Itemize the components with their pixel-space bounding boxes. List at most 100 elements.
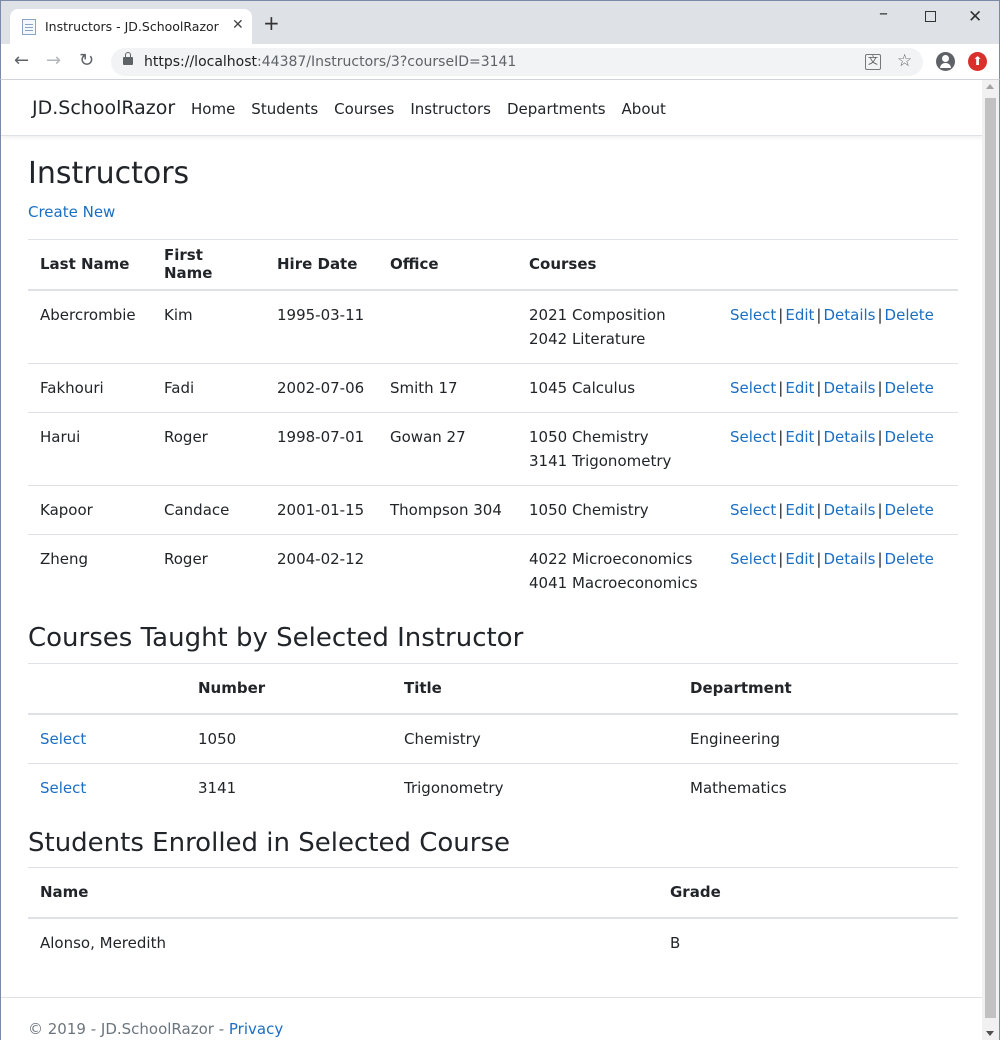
scroll-down-icon[interactable] xyxy=(986,1031,994,1036)
select-link[interactable]: Select xyxy=(40,730,86,748)
cell-last-name: Kapoor xyxy=(28,484,152,534)
cell-hire-date: 1995-03-11 xyxy=(265,289,378,363)
cell-courses: 1045 Calculus xyxy=(517,362,718,412)
cell-number: 1050 xyxy=(186,713,392,763)
course-entry: 3141 Trigonometry xyxy=(529,451,672,470)
course-entry: 2042 Literature xyxy=(529,329,646,348)
edit-link[interactable]: Edit xyxy=(785,306,814,324)
instructors-table: Last Name First Name Hire Date Office Co… xyxy=(28,239,958,607)
nav-departments[interactable]: Departments xyxy=(507,100,606,118)
scrollbar-thumb[interactable] xyxy=(985,98,996,1018)
separator: | xyxy=(816,427,822,446)
cell-select: Select xyxy=(28,762,186,812)
cell-office: Thompson 304 xyxy=(378,484,517,534)
select-link[interactable]: Select xyxy=(40,779,86,797)
select-link[interactable]: Select xyxy=(730,428,776,446)
column-header: Last Name xyxy=(28,239,152,291)
translate-icon[interactable]: 文 xyxy=(865,54,881,70)
select-link[interactable]: Select xyxy=(730,501,776,519)
brand-link[interactable]: JD.SchoolRazor xyxy=(32,97,175,119)
bookmark-star-icon[interactable]: ☆ xyxy=(897,51,912,71)
page-footer: © 2019 - JD.SchoolRazor - Privacy xyxy=(1,997,984,1040)
separator: | xyxy=(778,500,784,519)
cell-hire-date: 2001-01-15 xyxy=(265,484,378,534)
details-link[interactable]: Details xyxy=(823,306,875,324)
cell-department: Engineering xyxy=(678,713,958,763)
separator: | xyxy=(816,378,822,397)
lock-icon xyxy=(123,52,133,65)
nav-courses[interactable]: Courses xyxy=(334,100,394,118)
courses-table: Number Title Department Select 1050 Chemis… xyxy=(28,663,958,812)
table-row: Zheng Roger 2004-02-12 4022 Microeconomics 4… xyxy=(28,533,958,607)
scroll-up-icon[interactable] xyxy=(986,84,994,89)
back-arrow-icon[interactable]: ← xyxy=(14,50,29,71)
table-row: Harui Roger 1998-07-01 Gowan 27 1050 Chemist… xyxy=(28,411,958,485)
cell-courses: 1050 Chemistry xyxy=(517,484,718,534)
vertical-scrollbar[interactable] xyxy=(982,80,999,1040)
course-entry: 4022 Microeconomics xyxy=(529,549,693,568)
delete-link[interactable]: Delete xyxy=(885,379,934,397)
nav-instructors[interactable]: Instructors xyxy=(410,100,491,118)
nav-home[interactable]: Home xyxy=(191,100,235,118)
cell-first-name: Fadi xyxy=(152,362,265,412)
cell-title: Trigonometry xyxy=(392,762,678,812)
nav-students[interactable]: Students xyxy=(251,100,318,118)
column-header: Courses xyxy=(517,239,718,291)
delete-link[interactable]: Delete xyxy=(885,501,934,519)
site-navbar: JD.SchoolRazor Home Students Courses Ins… xyxy=(1,80,984,136)
cell-student-name: Alonso, Meredith xyxy=(28,917,658,967)
delete-link[interactable]: Delete xyxy=(885,306,934,324)
edit-link[interactable]: Edit xyxy=(785,550,814,568)
edit-link[interactable]: Edit xyxy=(785,501,814,519)
page-viewport: JD.SchoolRazor Home Students Courses Ins… xyxy=(0,80,1000,1040)
column-header: First Name xyxy=(152,239,265,291)
delete-link[interactable]: Delete xyxy=(885,550,934,568)
new-tab-icon[interactable]: + xyxy=(263,13,280,33)
edit-link[interactable]: Edit xyxy=(785,428,814,446)
cell-first-name: Roger xyxy=(152,533,265,607)
minimize-icon[interactable]: – xyxy=(879,3,888,24)
table-row: Kapoor Candace 2001-01-15 Thompson 304 1050 … xyxy=(28,484,958,534)
close-icon[interactable]: ✕ xyxy=(232,17,244,33)
details-link[interactable]: Details xyxy=(823,428,875,446)
account-icon[interactable] xyxy=(936,52,955,71)
cell-last-name: Abercrombie xyxy=(28,289,152,363)
column-header: Grade xyxy=(658,867,958,919)
delete-link[interactable]: Delete xyxy=(885,428,934,446)
details-link[interactable]: Details xyxy=(823,379,875,397)
table-header-row: Name Grade xyxy=(28,867,958,919)
extension-icon[interactable]: ⬆ xyxy=(968,52,987,71)
browser-tab[interactable]: Instructors - JD.SchoolRazor ✕ xyxy=(10,9,252,45)
table-row: Select 3141 Trigonometry Mathematics xyxy=(28,762,958,812)
address-bar[interactable]: https://localhost:44387/Instructors/3?co… xyxy=(111,48,923,76)
privacy-link[interactable]: Privacy xyxy=(229,1020,283,1038)
create-new-link[interactable]: Create New xyxy=(28,203,115,221)
separator: | xyxy=(778,549,784,568)
cell-courses: 2021 Composition 2042 Literature xyxy=(517,289,718,363)
forward-arrow-icon[interactable]: → xyxy=(46,50,61,71)
cell-actions: Select | Edit | Details | Delete xyxy=(718,362,958,412)
tab-title: Instructors - JD.SchoolRazor xyxy=(45,19,219,34)
nav-about[interactable]: About xyxy=(622,100,666,118)
separator: | xyxy=(778,427,784,446)
details-link[interactable]: Details xyxy=(823,501,875,519)
url-text[interactable]: https://localhost:44387/Instructors/3?co… xyxy=(144,54,516,70)
course-entry: 4041 Macroeconomics xyxy=(529,573,698,592)
select-link[interactable]: Select xyxy=(730,379,776,397)
students-section-title: Students Enrolled in Selected Course xyxy=(28,828,511,858)
details-link[interactable]: Details xyxy=(823,550,875,568)
separator: | xyxy=(877,427,883,446)
table-row: Alonso, Meredith B xyxy=(28,917,958,967)
maximize-icon[interactable] xyxy=(925,11,936,22)
select-link[interactable]: Select xyxy=(730,306,776,324)
cell-office: Gowan 27 xyxy=(378,411,517,485)
window-close-icon[interactable]: ✕ xyxy=(968,7,982,27)
cell-actions: Select | Edit | Details | Delete xyxy=(718,533,958,607)
select-link[interactable]: Select xyxy=(730,550,776,568)
course-entry: 1050 Chemistry xyxy=(529,500,649,519)
reload-icon[interactable]: ↻ xyxy=(79,50,94,71)
browser-toolbar: ← → ↻ https://localhost:44387/Instructor… xyxy=(0,44,1000,80)
cell-actions: Select | Edit | Details | Delete xyxy=(718,289,958,363)
course-entry: 1050 Chemistry xyxy=(529,427,649,446)
edit-link[interactable]: Edit xyxy=(785,379,814,397)
